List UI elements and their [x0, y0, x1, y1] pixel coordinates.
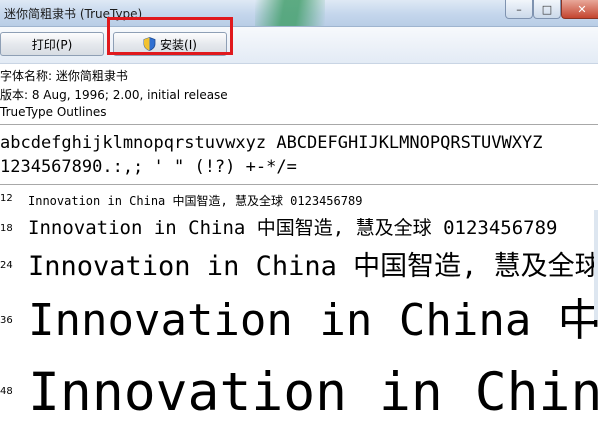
toolbar: 打印(P) 安装(I) — [0, 27, 598, 64]
title-bar: 迷你简粗隶书 (TrueType) – □ ✕ — [0, 0, 598, 27]
install-highlight-box — [107, 17, 233, 55]
print-button-label: 打印(P) — [31, 37, 73, 52]
maximize-icon: □ — [541, 2, 553, 16]
sample-size-label: 36 — [0, 315, 13, 326]
font-name-info: 字体名称: 迷你简粗隶书 — [0, 69, 128, 83]
sample-text-48: Innovation in China 中国智造, 慧及全球 012345678… — [28, 362, 598, 423]
sample-text-18: Innovation in China 中国智造, 慧及全球 012345678… — [28, 217, 558, 239]
minimize-icon: – — [516, 2, 522, 16]
print-button[interactable]: 打印(P) — [0, 32, 104, 56]
sample-size-label: 48 — [0, 386, 13, 397]
divider — [0, 124, 598, 125]
charset-digits-symbols: 1234567890.:,; ' " (!?) +-*/= — [0, 157, 297, 177]
sample-size-label: 12 — [0, 193, 13, 204]
maximize-button[interactable]: □ — [533, 0, 561, 19]
close-icon: ✕ — [577, 2, 587, 16]
title-bar-decoration — [255, 0, 325, 26]
charset-letters: abcdefghijklmnopqrstuvwxyz ABCDEFGHIJKLM… — [0, 133, 543, 153]
minimize-button[interactable]: – — [505, 0, 533, 19]
close-button[interactable]: ✕ — [561, 0, 598, 19]
divider — [0, 184, 598, 185]
scrollbar-edge[interactable] — [594, 210, 598, 320]
font-outline-info: TrueType Outlines — [0, 105, 107, 119]
font-version-info: 版本: 8 Aug, 1996; 2.00, initial release — [0, 88, 228, 102]
sample-text-24: Innovation in China 中国智造, 慧及全球 012345678… — [28, 251, 598, 282]
sample-text-12: Innovation in China 中国智造, 慧及全球 012345678… — [28, 194, 363, 208]
sample-text-36: Innovation in China 中国智造, 慧及全球 012345678… — [28, 295, 598, 346]
sample-size-label: 24 — [0, 260, 13, 271]
sample-size-label: 18 — [0, 223, 13, 234]
